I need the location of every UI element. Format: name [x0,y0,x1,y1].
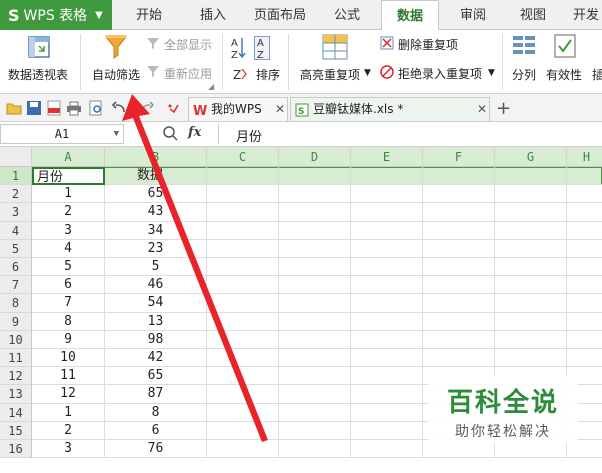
wps-spreadsheet-window: S WPS 表格 ▼ 开始 插入 页面布局 公式 数据 审阅 视图 开发 数据透… [0,0,602,473]
watermark-subtitle: 助你轻松解决 [455,424,551,440]
watermark: 百科全说 助你轻松解决 [428,376,578,444]
watermark-title: 百科全说 [446,388,559,418]
